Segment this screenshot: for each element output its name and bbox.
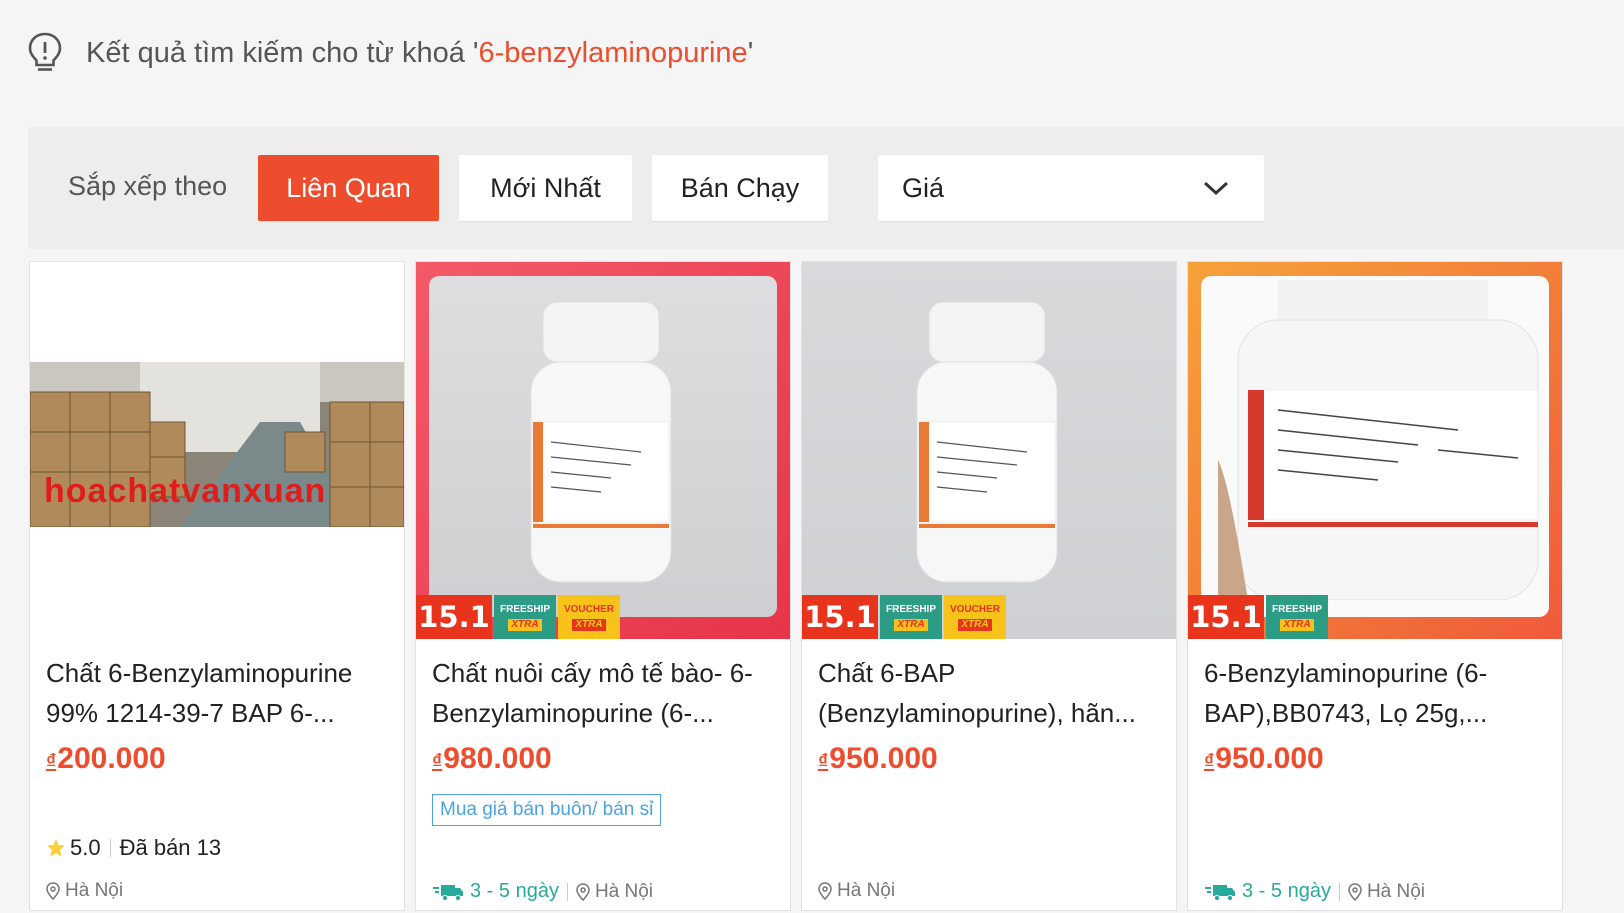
bottle-image xyxy=(916,302,1058,583)
currency-symbol: ₫ xyxy=(818,751,829,773)
product-title[interactable]: Chất nuôi cấy mô tế bào- 6-Benzylaminopu… xyxy=(432,653,776,733)
product-card[interactable]: hoachatvanxuan Chất 6-Benzylaminopurine … xyxy=(29,261,405,911)
sort-label: Sắp xếp theo xyxy=(68,171,228,201)
sale-badge: 15.1 xyxy=(1188,595,1264,639)
product-location: Hà Nội xyxy=(837,880,896,901)
price-value: 200.000 xyxy=(57,742,166,775)
wholesale-tag: Mua giá bán buôn/ bán sỉ xyxy=(432,794,662,826)
rating-value: 5.0 xyxy=(70,835,101,860)
xtra-label: XTRA xyxy=(894,618,928,631)
currency-symbol: ₫ xyxy=(432,751,443,773)
location-pin-icon xyxy=(576,882,590,901)
product-location: Hà Nội xyxy=(594,880,654,902)
fast-delivery-truck-icon xyxy=(433,884,463,901)
xtra-label: XTRA xyxy=(572,618,606,631)
product-title[interactable]: Chất 6-Benzylaminopurine 99% 1214-39-7 B… xyxy=(46,653,390,733)
freeship-label: FREESHIP xyxy=(885,603,936,615)
product-card[interactable]: 15.1 FREESHIP XTRA VOUCHER XTRA Chất 6-BAP… xyxy=(801,261,1177,911)
product-card[interactable]: 15.1 FREESHIP XTRA VOUCHER XTRA Chất nuôi … xyxy=(415,261,791,911)
product-title[interactable]: Chất 6-BAP (Benzylaminopurine), hãn... xyxy=(818,653,1162,733)
product-price: ₫950.000 xyxy=(818,742,938,776)
freeship-badge: FREESHIP XTRA xyxy=(880,595,942,639)
voucher-label: VOUCHER xyxy=(563,603,614,615)
fast-delivery-truck-icon xyxy=(1205,884,1235,901)
sort-bestselling-button[interactable]: Bán Chạy xyxy=(652,155,828,221)
xtra-label: XTRA xyxy=(958,618,992,631)
price-value: 980.000 xyxy=(443,742,552,775)
freeship-badge: FREESHIP XTRA xyxy=(1266,595,1328,639)
price-select-label: Giá xyxy=(902,172,945,203)
search-result-heading: Kết quả tìm kiếm cho từ khoá ' 6-benzylam… xyxy=(26,28,753,78)
product-location: Hà Nội xyxy=(1366,880,1426,902)
voucher-label: VOUCHER xyxy=(949,603,1000,615)
freeship-label: FREESHIP xyxy=(499,603,550,615)
currency-symbol: ₫ xyxy=(46,751,57,773)
product-price: ₫200.000 xyxy=(46,742,166,776)
freeship-label: FREESHIP xyxy=(1271,603,1322,615)
sort-price-select[interactable]: Giá xyxy=(878,155,1264,221)
sort-bar: Sắp xếp theo Liên Quan Mới Nhất Bán Chạy… xyxy=(28,127,1624,249)
product-meta: Hà Nội xyxy=(818,880,895,902)
promo-badges: 15.1 FREESHIP XTRA xyxy=(1188,595,1328,639)
location-pin-icon xyxy=(818,882,832,900)
sale-badge: 15.1 xyxy=(416,595,492,639)
product-image[interactable]: 15.1 FREESHIP XTRA xyxy=(1188,262,1562,639)
voucher-badge: VOUCHER XTRA xyxy=(558,595,620,639)
product-image[interactable]: 15.1 FREESHIP XTRA VOUCHER XTRA xyxy=(416,262,790,639)
star-icon xyxy=(47,839,65,857)
promo-badges: 15.1 FREESHIP XTRA VOUCHER XTRA xyxy=(416,595,620,639)
delivery-time: 3 - 5 ngày xyxy=(470,880,559,902)
currency-symbol: ₫ xyxy=(1204,751,1215,773)
bottle-image xyxy=(1218,280,1539,600)
freeship-badge: FREESHIP XTRA xyxy=(494,595,556,639)
sort-newest-button[interactable]: Mới Nhất xyxy=(459,155,632,221)
location-pin-icon xyxy=(1348,882,1362,901)
promo-badges: 15.1 FREESHIP XTRA VOUCHER XTRA xyxy=(802,595,1006,639)
result-prefix: Kết quả tìm kiếm cho từ khoá ' xyxy=(86,36,479,69)
image-watermark: hoachatvanxuan xyxy=(44,472,327,510)
divider xyxy=(566,882,568,901)
location-pin-icon xyxy=(46,882,60,900)
product-card[interactable]: 15.1 FREESHIP XTRA 6-Benzylaminopurine (6… xyxy=(1187,261,1563,911)
result-suffix: ' xyxy=(747,36,754,69)
xtra-label: XTRA xyxy=(1280,618,1314,631)
divider xyxy=(1338,882,1340,901)
sort-relevance-button[interactable]: Liên Quan xyxy=(258,155,439,221)
voucher-badge: VOUCHER XTRA xyxy=(944,595,1006,639)
sold-count: Đã bán 13 xyxy=(119,835,222,860)
divider xyxy=(109,839,111,857)
bottle-image xyxy=(530,302,672,583)
product-title[interactable]: 6-Benzylaminopurine (6-BAP),BB0743, Lọ 2… xyxy=(1204,653,1548,733)
product-image[interactable]: 15.1 FREESHIP XTRA VOUCHER XTRA xyxy=(802,262,1176,639)
product-location: Hà Nội xyxy=(65,880,124,901)
chevron-down-icon xyxy=(1203,181,1229,196)
product-meta: 3 - 5 ngày Hà Nội xyxy=(1204,880,1425,903)
product-image[interactable]: hoachatvanxuan xyxy=(30,262,404,639)
product-price: ₫950.000 xyxy=(1204,742,1324,776)
delivery-time: 3 - 5 ngày xyxy=(1242,880,1331,902)
product-rating: 5.0 Đã bán 13 xyxy=(46,835,221,861)
lightbulb-icon xyxy=(28,32,62,71)
price-value: 950.000 xyxy=(829,742,938,775)
xtra-label: XTRA xyxy=(508,618,542,631)
product-meta: Hà Nội xyxy=(46,880,123,902)
price-value: 950.000 xyxy=(1215,742,1324,775)
search-keyword: 6-benzylaminopurine xyxy=(478,36,748,69)
sale-badge: 15.1 xyxy=(802,595,878,639)
product-meta: 3 - 5 ngày Hà Nội xyxy=(432,880,653,903)
product-price: ₫980.000 xyxy=(432,742,552,776)
